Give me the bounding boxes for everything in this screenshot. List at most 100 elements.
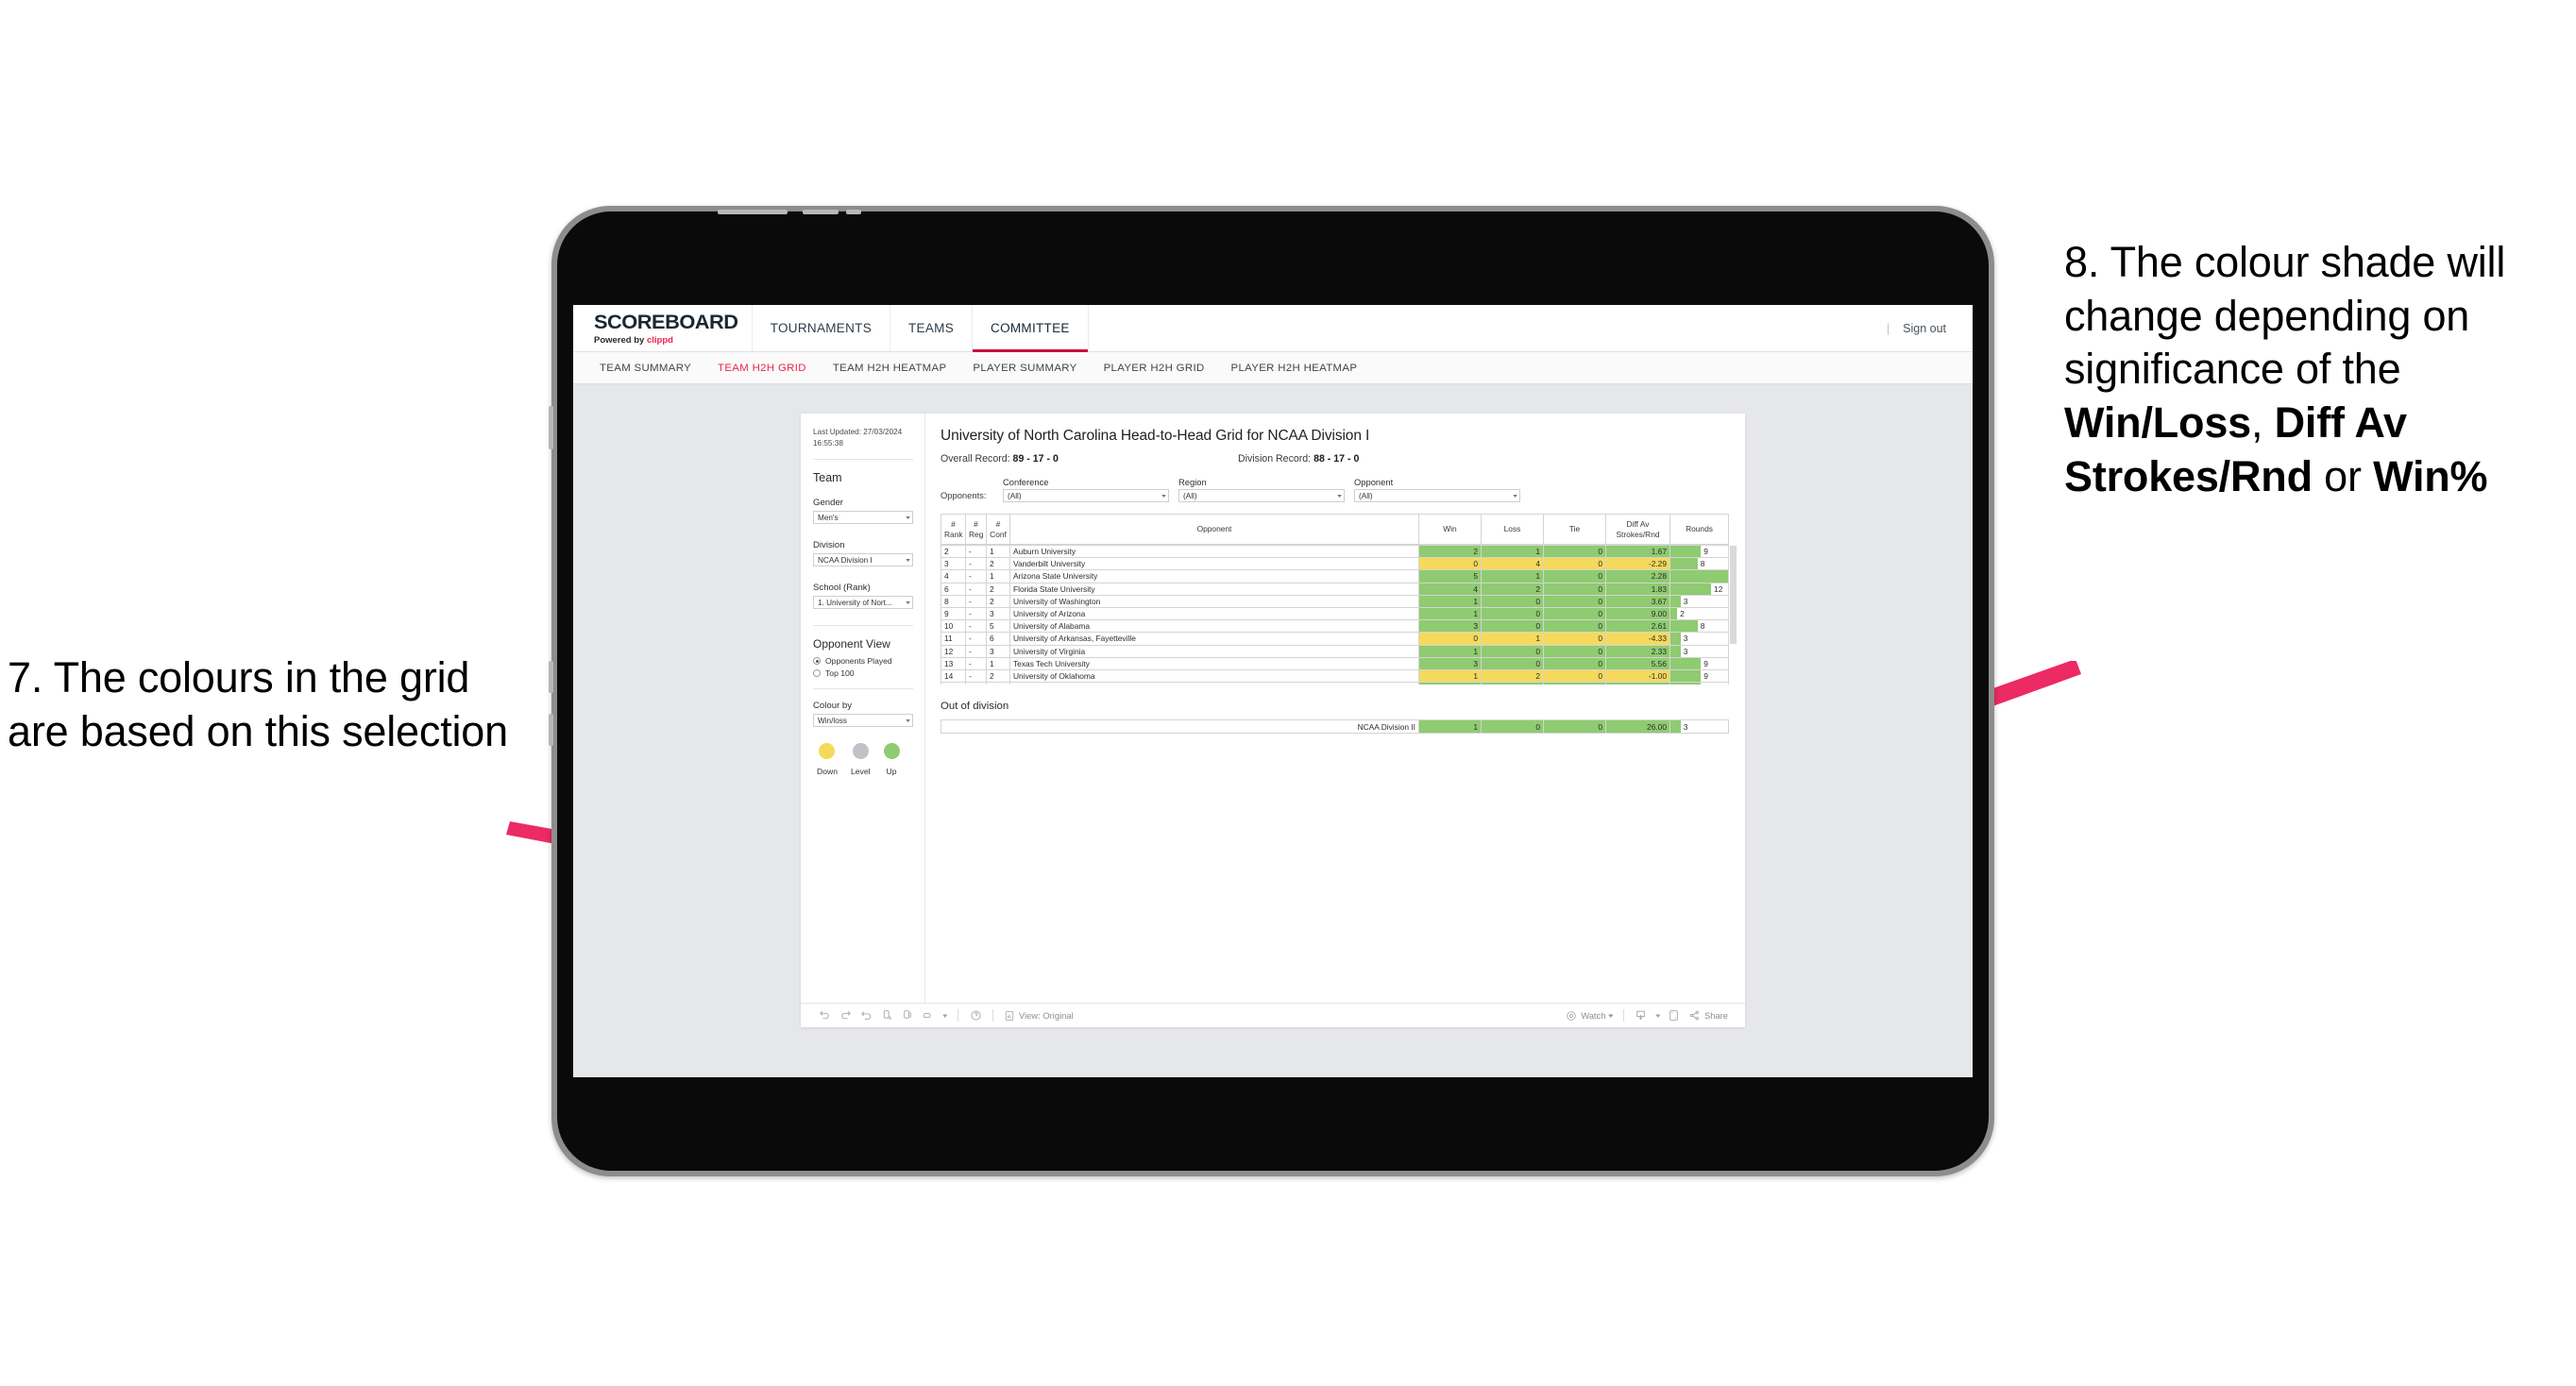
grid-scroll-area[interactable]: 2-1 Auburn University 2 1 0 1.67 9 3-2 Vanderbil… xyxy=(941,545,1729,685)
subnav-team-summary[interactable]: TEAM SUMMARY xyxy=(586,363,704,374)
rounds-bar xyxy=(1670,657,1702,669)
highlight-icon[interactable] xyxy=(918,1009,939,1022)
share-button[interactable]: Share xyxy=(1685,1009,1732,1022)
opponent-select[interactable]: (All) ▾ xyxy=(1354,489,1520,502)
table-row[interactable]: 8-2 University of Washington 1 0 0 3.67 3 xyxy=(941,594,1729,608)
cell-rank: 11 xyxy=(941,632,966,646)
fullscreen-icon[interactable] xyxy=(1664,1009,1685,1022)
undo-icon[interactable] xyxy=(814,1009,835,1022)
help-icon[interactable] xyxy=(965,1009,986,1022)
sign-out-link[interactable]: Sign out xyxy=(1903,322,1946,335)
radio-icon xyxy=(813,669,821,678)
annotation-8-mid1: , xyxy=(2251,398,2275,448)
col-conf-l1: # xyxy=(995,519,1001,529)
toolbar-right-group: Watch ▾ ▾ Share xyxy=(1562,1009,1732,1022)
cell-conf: 2 xyxy=(986,582,1010,596)
toolbar-divider-3 xyxy=(1622,1009,1624,1022)
table-row[interactable]: 4-1Arizona State University5102.2817 xyxy=(941,569,1729,583)
pause-updates-icon[interactable] xyxy=(897,1009,918,1022)
cell-reg: - xyxy=(965,557,987,571)
legend-label-down: Down xyxy=(817,767,838,777)
rounds-value: 9 xyxy=(1703,547,1708,557)
colour-by-select[interactable]: Win/loss ▾ xyxy=(813,714,913,728)
redo-icon[interactable] xyxy=(835,1009,856,1022)
nav-committee[interactable]: COMMITTEE xyxy=(973,305,1089,352)
cell-opponent: Florida State University xyxy=(1009,582,1419,596)
conference-select[interactable]: (All) ▾ xyxy=(1003,489,1169,502)
download-icon[interactable] xyxy=(1631,1009,1652,1022)
region-filter: Region (All) ▾ xyxy=(1178,477,1345,502)
table-row[interactable]: 11-6 University of Arkansas, Fayetteville… xyxy=(941,632,1729,646)
cell-rounds: 17 xyxy=(1669,569,1729,583)
refresh-icon[interactable] xyxy=(876,1009,897,1022)
app-header: SCOREBOARD Powered by clippd TOURNAMENTS… xyxy=(573,305,1973,352)
table-row[interactable]: 13-1 Texas Tech University 3 0 0 5.56 9 xyxy=(941,656,1729,670)
cell-diff-av-strokes: 26.00 xyxy=(1605,719,1670,734)
cell-rounds: 9 xyxy=(1669,682,1729,685)
annotation-8-bold-winpct: Win% xyxy=(2373,451,2488,500)
share-icon xyxy=(1689,1010,1699,1021)
cell-diff-av-strokes: 4.50 xyxy=(1605,682,1670,685)
tablet-button-side-3 xyxy=(549,714,553,746)
opponent-view-heading: Opponent View xyxy=(813,637,890,651)
radio-opponents-played[interactable]: Opponents Played xyxy=(813,656,913,666)
table-row[interactable]: 6-2 Florida State University 4 2 0 1.83 12 xyxy=(941,582,1729,596)
cell-rank: 4 xyxy=(941,569,966,583)
brand-logo[interactable]: SCOREBOARD Powered by clippd xyxy=(573,305,753,351)
division-select[interactable]: NCAA Division I ▾ xyxy=(813,553,913,567)
conference-value: (All) xyxy=(1008,491,1022,500)
view-original-button[interactable]: View: Original xyxy=(1000,1010,1077,1022)
cell-rounds: 9 xyxy=(1669,545,1729,559)
table-row[interactable]: 10-5 University of Alabama 3 0 0 2.61 8 xyxy=(941,619,1729,634)
subnav-player-h2h-heatmap[interactable]: PLAYER H2H HEATMAP xyxy=(1218,363,1371,374)
subnav-team-h2h-grid[interactable]: TEAM H2H GRID xyxy=(704,363,820,374)
watch-icon xyxy=(1567,1010,1576,1021)
cell-opponent: University of Arizona xyxy=(1009,606,1419,621)
subnav-team-h2h-heatmap[interactable]: TEAM H2H HEATMAP xyxy=(820,363,960,374)
nav-tournaments[interactable]: TOURNAMENTS xyxy=(753,305,890,351)
division-record: Division Record: 88 - 17 - 0 xyxy=(1238,453,1359,465)
table-row[interactable]: 3-2 Vanderbilt University 0 4 0 -2.29 8 xyxy=(941,557,1729,571)
radio-top-100[interactable]: Top 100 xyxy=(813,668,913,678)
grid-vertical-scrollbar[interactable] xyxy=(1730,546,1737,644)
cell-win: 0 xyxy=(1418,557,1482,571)
rounds-bar xyxy=(1670,620,1698,633)
rounds-bar xyxy=(1670,669,1702,683)
cell-win: 4 xyxy=(1418,582,1482,596)
cell-reg: - xyxy=(965,582,987,596)
gender-label: Gender xyxy=(813,498,843,509)
revert-icon[interactable] xyxy=(856,1009,876,1022)
cell-tie: 0 xyxy=(1543,619,1606,634)
rounds-value: 3 xyxy=(1683,596,1688,606)
subnav-player-h2h-grid[interactable]: PLAYER H2H GRID xyxy=(1091,363,1218,374)
nav-teams[interactable]: TEAMS xyxy=(890,305,974,351)
cell-tie: 0 xyxy=(1543,656,1606,670)
rounds-bar xyxy=(1670,645,1681,657)
cell-rounds: 3 xyxy=(1669,594,1729,608)
table-row[interactable]: 12-3 University of Virginia 1 0 0 2.33 3 xyxy=(941,644,1729,658)
opponents-label: Opponents: xyxy=(941,490,987,500)
cell-loss: 4 xyxy=(1481,557,1544,571)
cell-tie: 0 xyxy=(1543,606,1606,621)
watch-button[interactable]: Watch ▾ xyxy=(1562,1010,1617,1022)
out-of-division-row[interactable]: NCAA Division II 1 0 0 26.00 3 xyxy=(941,719,1729,734)
filters-sidebar: Last Updated: 27/03/2024 16:55:38 Team G… xyxy=(801,414,925,1003)
table-row[interactable]: 2-1 Auburn University 2 1 0 1.67 9 xyxy=(941,545,1729,559)
cell-conf: 2 xyxy=(986,668,1010,684)
radio-icon-selected xyxy=(813,657,821,666)
cell-win: 1 xyxy=(1418,719,1482,734)
view-original-label: View: Original xyxy=(1019,1010,1074,1021)
school-select[interactable]: 1. University of Nort... ▾ xyxy=(813,596,913,610)
chevron-down-icon: ▾ xyxy=(906,557,910,564)
region-select[interactable]: (All) ▾ xyxy=(1178,489,1345,502)
download-dropdown-icon[interactable]: ▾ xyxy=(1652,1012,1664,1020)
gender-select[interactable]: Men's ▾ xyxy=(813,511,913,525)
colour-by-filter: Colour by Win/loss ▾ xyxy=(813,701,913,728)
secondary-nav: TEAM SUMMARY TEAM H2H GRID TEAM H2H HEAT… xyxy=(573,352,1973,384)
subnav-player-summary[interactable]: PLAYER SUMMARY xyxy=(959,363,1090,374)
table-row[interactable]: 15-4Georgia Institute of Technology5004.… xyxy=(941,682,1729,685)
highlight-dropdown-icon[interactable]: ▾ xyxy=(939,1012,951,1020)
table-row[interactable]: 14-2 University of Oklahoma 1 2 0 -1.00 9 xyxy=(941,668,1729,684)
cell-win: 2 xyxy=(1418,545,1482,559)
table-row[interactable]: 9-3 University of Arizona 1 0 0 9.00 2 xyxy=(941,606,1729,621)
